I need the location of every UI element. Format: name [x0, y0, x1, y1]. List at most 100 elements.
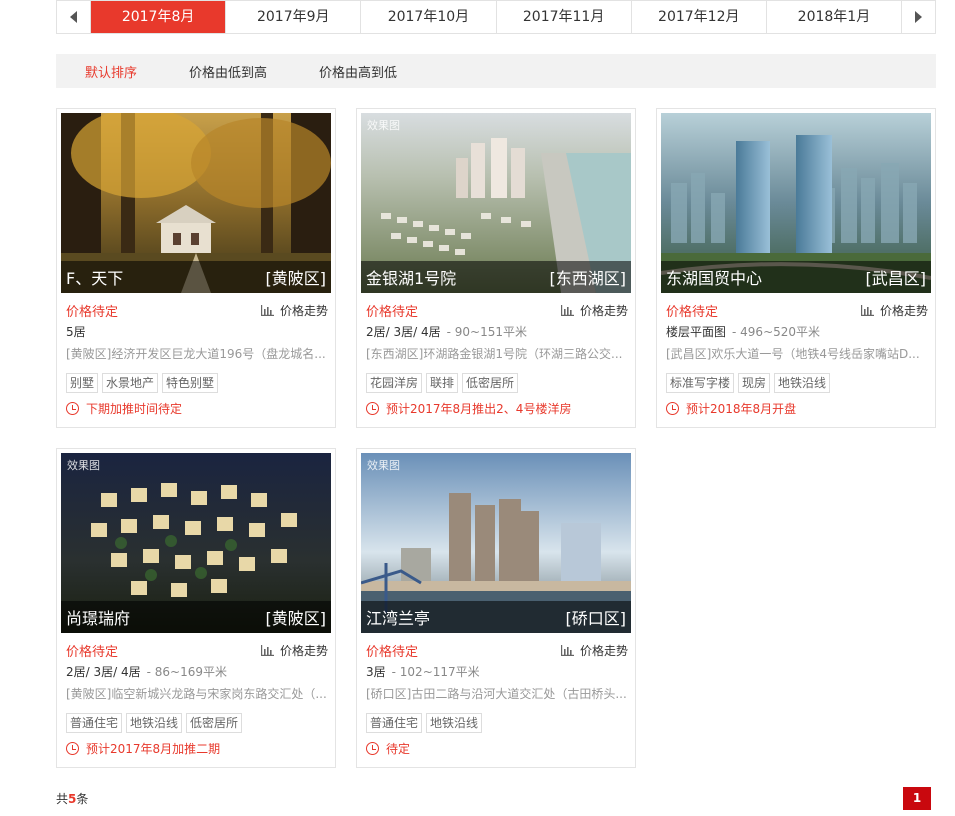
clock-icon: [66, 742, 79, 755]
month-tab-2018-01[interactable]: 2018年1月: [767, 1, 901, 33]
sort-price-asc[interactable]: 价格由低到高: [189, 62, 267, 81]
sale-status: 下期加推时间待定: [66, 400, 328, 417]
feature-tag: 现房: [738, 373, 771, 393]
feature-tag: 联排: [426, 373, 459, 393]
price-trend-link[interactable]: 价格走势: [860, 302, 928, 319]
price-trend-label: 价格走势: [279, 303, 328, 318]
property-district: [黄陂区]: [265, 609, 327, 628]
area-range: - 90~151平米: [446, 325, 527, 339]
bar-chart-icon: [260, 644, 274, 656]
property-name[interactable]: F、天下: [66, 265, 123, 289]
price-label: 价格待定: [66, 304, 119, 320]
month-selector: 2017年8月 2017年9月 2017年10月 2017年11月 2017年1…: [56, 0, 936, 34]
property-card[interactable]: 效果图 尚璟瑞府 [黄陂区] 价格待定 价格走势 2居/ 3居/ 4居 - 86~…: [56, 448, 336, 768]
price-trend-label: 价格走势: [579, 303, 628, 318]
area-range: - 102~117平米: [391, 665, 480, 679]
total-prefix: 共: [56, 792, 69, 806]
property-image[interactable]: F、天下 [黄陂区]: [61, 113, 331, 293]
property-address[interactable]: [黄陂区]临空新城兴龙路与宋家岗东路交汇处（...: [66, 685, 328, 703]
sale-status-text: 下期加推时间待定: [86, 402, 183, 416]
sale-status-text: 预计2018年8月开盘: [686, 402, 797, 416]
property-name[interactable]: 江湾兰亭: [366, 605, 430, 629]
room-types: 5居: [66, 325, 86, 339]
room-types: 2居/ 3居/ 4居: [66, 665, 141, 679]
feature-tags: 花园洋房 联排 低密居所: [366, 373, 628, 393]
price-trend-label: 价格走势: [579, 643, 628, 658]
property-image[interactable]: 效果图 江湾兰亭 [硚口区]: [361, 453, 631, 633]
property-name[interactable]: 东湖国贸中心: [666, 265, 762, 289]
feature-tag: 低密居所: [186, 713, 243, 733]
image-caption: 金银湖1号院 [东西湖区]: [361, 261, 631, 293]
price-trend-link[interactable]: 价格走势: [260, 642, 328, 659]
price-trend-link[interactable]: 价格走势: [560, 642, 628, 659]
prev-month-button[interactable]: [57, 1, 91, 33]
month-tab-2017-10[interactable]: 2017年10月: [361, 1, 497, 33]
clock-icon: [366, 742, 379, 755]
room-layout: 3居 - 102~117平米: [366, 663, 628, 681]
property-address[interactable]: [硚口区]古田二路与沿河大道交汇处（古田桥头...: [366, 685, 628, 703]
bar-chart-icon: [560, 304, 574, 316]
property-address[interactable]: [东西湖区]环湖路金银湖1号院（环湖三路公交...: [366, 345, 628, 363]
image-caption: 尚璟瑞府 [黄陂区]: [61, 601, 331, 633]
month-tab-2017-12[interactable]: 2017年12月: [632, 1, 767, 33]
room-types: 3居: [366, 665, 386, 679]
bar-chart-icon: [260, 304, 274, 316]
property-card[interactable]: 效果图 江湾兰亭 [硚口区] 价格待定 价格走势 3居 - 102~117平米 […: [356, 448, 636, 768]
image-tag: 效果图: [67, 459, 100, 472]
sale-status: 预计2017年8月推出2、4号楼洋房: [366, 400, 628, 417]
price-label: 价格待定: [366, 644, 419, 660]
month-tab-2017-08[interactable]: 2017年8月: [91, 1, 227, 33]
clock-icon: [366, 402, 379, 415]
page-1-button[interactable]: 1: [903, 787, 931, 810]
property-image[interactable]: 效果图 尚璟瑞府 [黄陂区]: [61, 453, 331, 633]
sale-status-text: 待定: [386, 742, 411, 756]
feature-tag: 地铁沿线: [426, 713, 483, 733]
property-district: [武昌区]: [865, 269, 927, 288]
room-layout: 5居: [66, 323, 328, 341]
price-label: 价格待定: [666, 304, 719, 320]
property-card[interactable]: F、天下 [黄陂区] 价格待定 价格走势 5居 [黄陂区]经济开发区巨龙大道19…: [56, 108, 336, 428]
property-image[interactable]: 效果图 金银湖1号院 [东西湖区]: [361, 113, 631, 293]
price-trend-label: 价格走势: [879, 303, 928, 318]
area-range: - 86~169平米: [146, 665, 227, 679]
room-layout: 2居/ 3居/ 4居 - 86~169平米: [66, 663, 328, 681]
image-caption: 东湖国贸中心 [武昌区]: [661, 261, 931, 293]
price-trend-label: 价格走势: [279, 643, 328, 658]
area-range: - 496~520平米: [732, 325, 821, 339]
property-name[interactable]: 尚璟瑞府: [66, 605, 130, 629]
feature-tag: 地铁沿线: [126, 713, 183, 733]
month-tabs: 2017年8月 2017年9月 2017年10月 2017年11月 2017年1…: [91, 1, 901, 33]
feature-tag: 花园洋房: [366, 373, 423, 393]
property-image[interactable]: 东湖国贸中心 [武昌区]: [661, 113, 931, 293]
property-name[interactable]: 金银湖1号院: [366, 265, 456, 289]
feature-tags: 普通住宅 地铁沿线: [366, 713, 628, 733]
feature-tag: 普通住宅: [366, 713, 423, 733]
image-caption: F、天下 [黄陂区]: [61, 261, 331, 293]
feature-tag: 水景地产: [102, 373, 159, 393]
price-trend-link[interactable]: 价格走势: [260, 302, 328, 319]
feature-tag: 特色别墅: [162, 373, 219, 393]
feature-tag: 标准写字楼: [666, 373, 735, 393]
price-trend-link[interactable]: 价格走势: [560, 302, 628, 319]
chevron-left-icon: [70, 11, 77, 23]
sort-price-desc[interactable]: 价格由高到低: [319, 62, 397, 81]
sort-default[interactable]: 默认排序: [85, 62, 137, 81]
property-card[interactable]: 东湖国贸中心 [武昌区] 价格待定 价格走势 楼层平面图 - 496~520平米 …: [656, 108, 936, 428]
room-types: 楼层平面图: [666, 325, 727, 339]
feature-tags: 普通住宅 地铁沿线 低密居所: [66, 713, 328, 733]
property-card[interactable]: 效果图 金银湖1号院 [东西湖区] 价格待定 价格走势 2居/ 3居/ 4居 - …: [356, 108, 636, 428]
next-month-button[interactable]: [901, 1, 935, 33]
month-tab-2017-09[interactable]: 2017年9月: [226, 1, 362, 33]
property-address[interactable]: [黄陂区]经济开发区巨龙大道196号（盘龙城名...: [66, 345, 328, 363]
feature-tags: 别墅 水景地产 特色别墅: [66, 373, 328, 393]
image-caption: 江湾兰亭 [硚口区]: [361, 601, 631, 633]
sort-bar: 默认排序 价格由低到高 价格由高到低: [56, 54, 936, 88]
property-address[interactable]: [武昌区]欢乐大道一号（地铁4号线岳家嘴站D...: [666, 345, 928, 363]
property-district: [东西湖区]: [549, 269, 627, 288]
month-tab-2017-11[interactable]: 2017年11月: [497, 1, 632, 33]
sale-status-text: 预计2017年8月推出2、4号楼洋房: [386, 402, 572, 416]
price-label: 价格待定: [366, 304, 419, 320]
image-tag: 效果图: [367, 119, 400, 132]
chevron-right-icon: [915, 11, 922, 23]
room-layout: 2居/ 3居/ 4居 - 90~151平米: [366, 323, 628, 341]
